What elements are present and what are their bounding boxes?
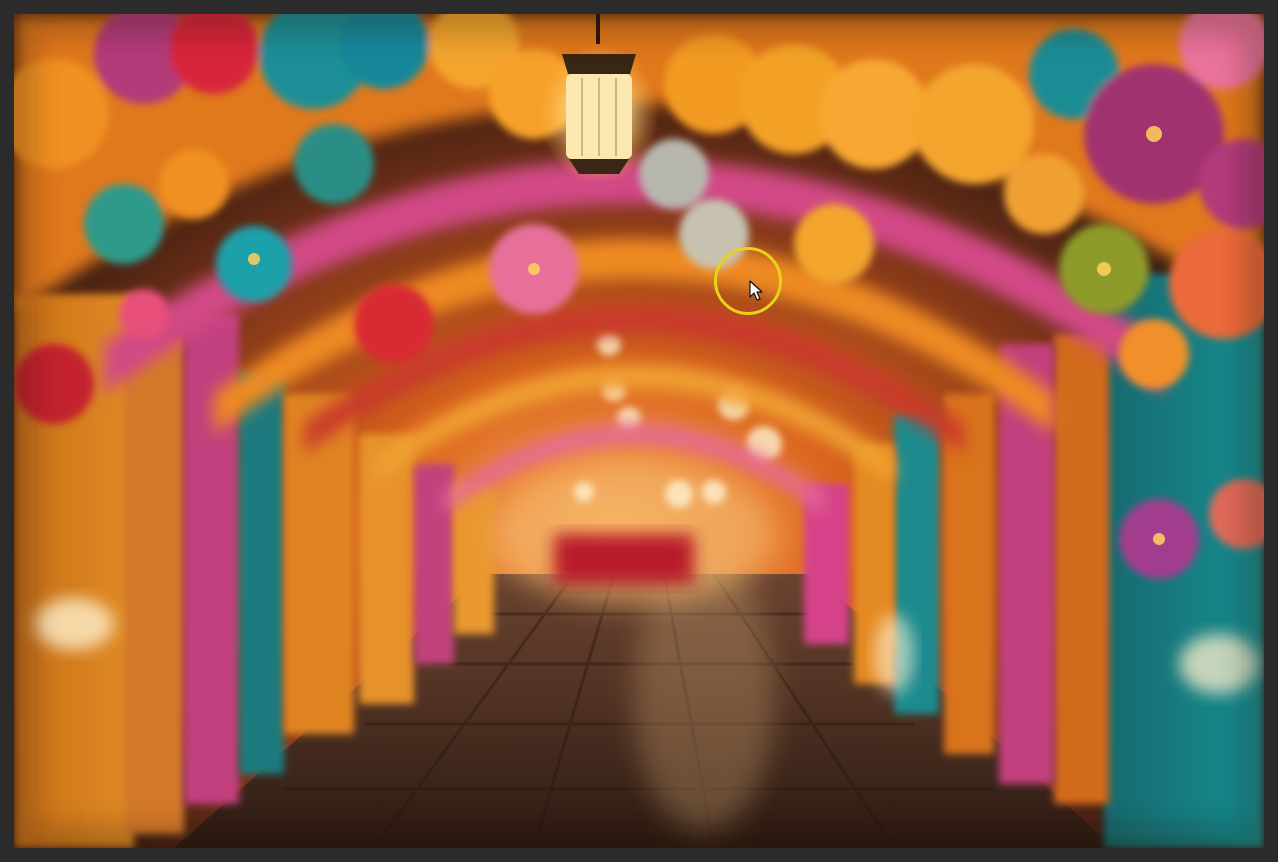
image-viewer	[0, 0, 1278, 862]
image-canvas[interactable]	[14, 14, 1264, 848]
photo-icon	[14, 14, 1264, 848]
